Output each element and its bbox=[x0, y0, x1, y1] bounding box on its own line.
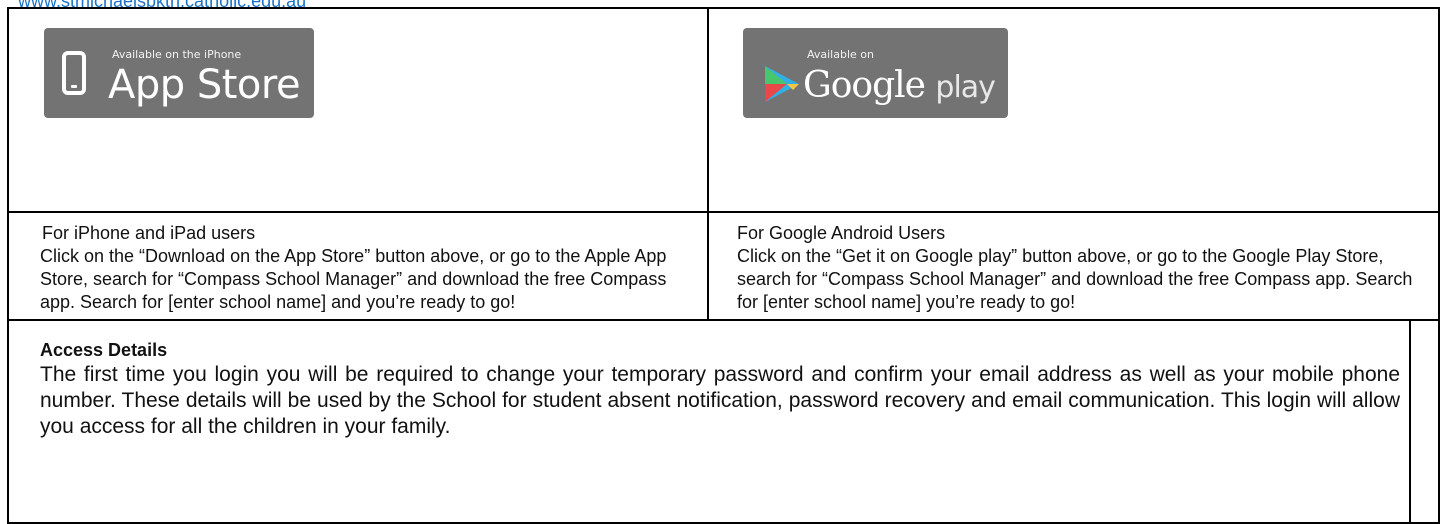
googleplay-big-light: play bbox=[935, 70, 996, 105]
google-play-badge[interactable]: Available on Google play bbox=[743, 28, 1008, 118]
googleplay-small-text: Available on bbox=[807, 48, 874, 61]
access-details-body: The first time you login you will be req… bbox=[40, 363, 1400, 438]
appstore-big-text: App Store bbox=[108, 62, 301, 108]
ios-heading: For iPhone and iPad users bbox=[42, 223, 256, 243]
googleplay-big-main: Google bbox=[803, 65, 926, 106]
googleplay-big-text: Google play bbox=[803, 65, 996, 108]
phone-icon bbox=[62, 51, 86, 95]
android-body: Click on the “Get it on Google play” but… bbox=[737, 246, 1413, 312]
app-store-badge[interactable]: Available on the iPhone App Store bbox=[44, 28, 314, 118]
android-instructions: For Google Android Users Click on the “Ge… bbox=[737, 222, 1427, 314]
access-details-title: Access Details bbox=[40, 340, 168, 360]
ios-instructions: For iPhone and iPad users Click on the “D… bbox=[40, 222, 705, 314]
ios-body: Click on the “Download on the App Store”… bbox=[40, 246, 667, 312]
play-triangle-icon bbox=[765, 66, 799, 102]
android-heading: For Google Android Users bbox=[737, 223, 946, 243]
side-cell bbox=[1409, 319, 1440, 524]
appstore-small-text: Available on the iPhone bbox=[112, 48, 242, 61]
